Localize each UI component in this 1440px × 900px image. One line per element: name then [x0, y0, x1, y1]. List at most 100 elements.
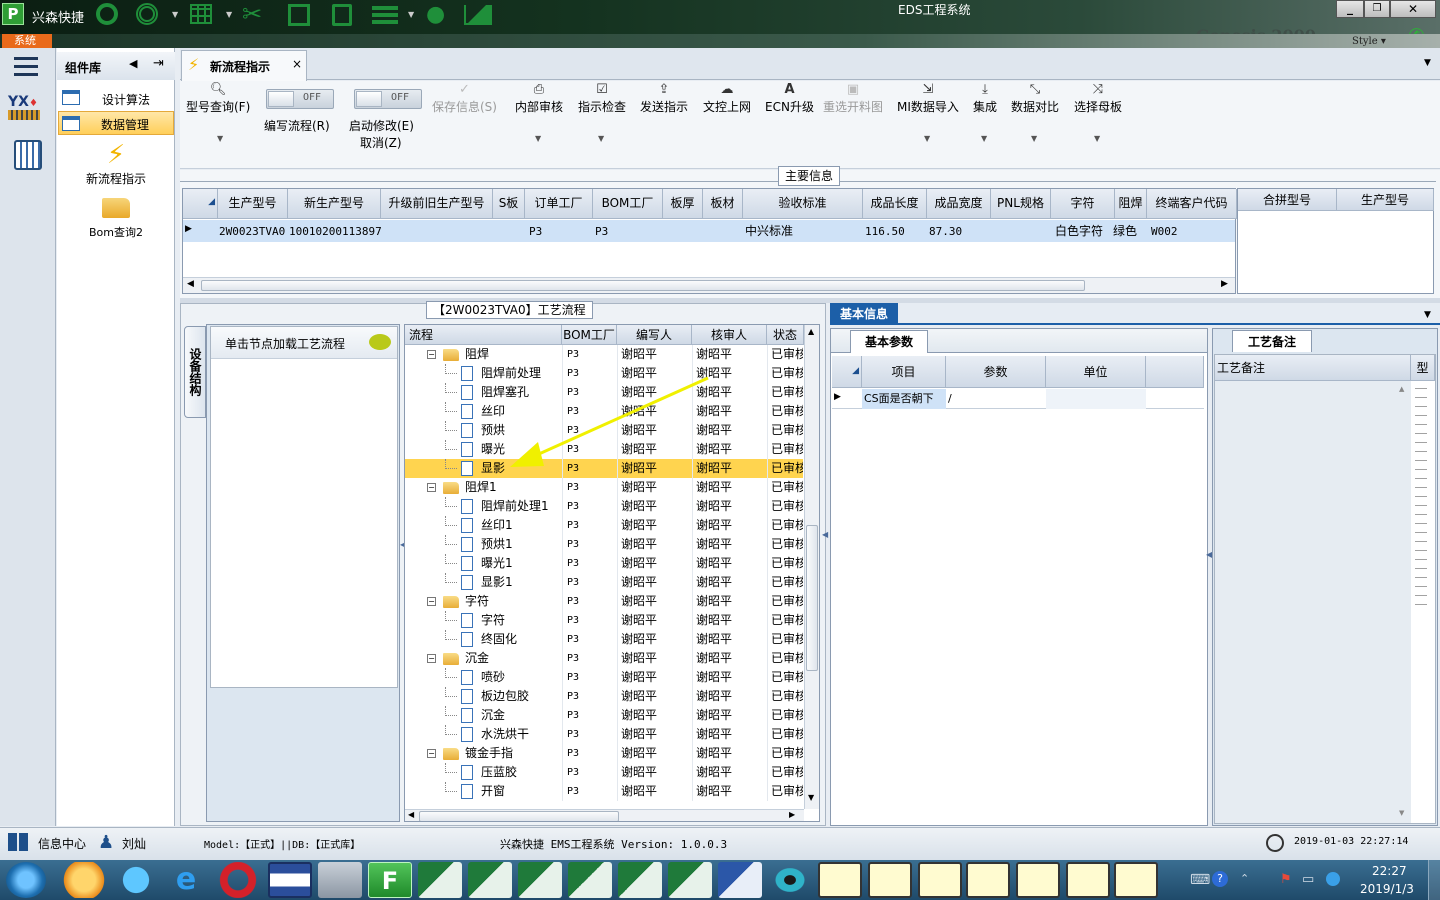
col-header[interactable]: PNL规格	[991, 189, 1051, 219]
film-icon[interactable]	[288, 4, 310, 26]
tree-group-row[interactable]: − 沉金 P3 谢昭平 谢昭平 已审核	[405, 649, 803, 668]
tree-group-row[interactable]: − 镀金手指 P3 谢昭平 谢昭平 已审核	[405, 744, 803, 763]
tree-node-row[interactable]: 曝光1 P3 谢昭平 谢昭平 已审核	[405, 554, 803, 573]
tool-bom-query[interactable]: Bom查询2	[58, 198, 174, 242]
help-icon[interactable]: ?	[1212, 871, 1228, 887]
scissors-icon[interactable]: ✂	[242, 0, 262, 28]
vertical-scrollbar[interactable]: ▲ ▼	[804, 325, 819, 809]
doc-tab-new-process[interactable]: ⚡ 新流程指示 ×	[181, 50, 307, 81]
scroll-right-icon[interactable]: ▶	[1221, 279, 1228, 289]
taskbar-app-bird[interactable]	[114, 862, 158, 898]
scroll-thumb[interactable]	[419, 811, 619, 821]
system-tab[interactable]: 系统	[2, 34, 52, 48]
taskbar-app-excel-x[interactable]	[1114, 862, 1158, 898]
col-header[interactable]: 生产型号	[1337, 189, 1434, 211]
sidebar-item-data-management[interactable]: 数据管理	[58, 111, 174, 135]
integrate-button[interactable]: ⤓ 集成	[973, 82, 997, 115]
col-header[interactable]: 成品长度	[863, 189, 927, 219]
dropdown-arrow-icon[interactable]: ▼	[172, 10, 178, 19]
send-instruction-button[interactable]: ⇪ 发送指示	[640, 82, 688, 115]
dropdown-arrow-icon[interactable]: ▼	[598, 134, 604, 143]
taskbar-app-excel-x[interactable]	[1016, 862, 1060, 898]
col-header[interactable]: 阻焊	[1115, 189, 1147, 219]
expand-collapse-icon[interactable]: −	[427, 749, 436, 758]
tree-node-row[interactable]: 阻焊前处理1 P3 谢昭平 谢昭平 已审核	[405, 497, 803, 516]
table-row[interactable]: ▶ CS面是否朝下 /	[832, 389, 1204, 409]
tree-node-row[interactable]: 水洗烘干 P3 谢昭平 谢昭平 已审核	[405, 725, 803, 744]
dropdown-arrow-icon[interactable]: ▼	[1031, 134, 1037, 143]
vertical-scrollbar[interactable]: ▲ ▼	[1397, 383, 1411, 821]
expand-collapse-icon[interactable]: −	[427, 597, 436, 606]
col-header[interactable]: 流程	[405, 325, 562, 345]
taskbar-app-excel-x[interactable]	[818, 862, 862, 898]
keyboard-icon[interactable]: ⌨	[1190, 872, 1210, 888]
taskbar-app-excel-x[interactable]	[1066, 862, 1110, 898]
taskbar-app-scanner[interactable]	[318, 862, 362, 898]
lifebuoy-icon[interactable]	[136, 3, 158, 25]
windows-grid-icon[interactable]	[8, 833, 28, 851]
tool-new-process[interactable]: ⚡ 新流程指示	[58, 140, 174, 190]
col-header[interactable]: 单位	[1046, 356, 1146, 388]
basic-info-menu-chevron-icon[interactable]: ▼	[1424, 310, 1431, 320]
taskbar-app-excel-x[interactable]	[868, 862, 912, 898]
scroll-down-icon[interactable]: ▼	[1399, 809, 1404, 817]
taskbar-app-excel[interactable]	[668, 862, 712, 898]
dropdown-arrow-icon[interactable]: ▼	[226, 10, 232, 19]
dropdown-arrow-icon[interactable]: ▼	[535, 134, 541, 143]
style-menu[interactable]: Style ▾	[1352, 36, 1386, 47]
dropdown-arrow-icon[interactable]: ▼	[1094, 134, 1100, 143]
table-row[interactable]: ▶ 2W0023TVA0 10010200113897 P3 P3 中兴标准 1…	[183, 220, 1235, 242]
scroll-left-icon[interactable]: ◀	[187, 279, 194, 289]
col-header[interactable]: 合拼型号	[1238, 189, 1337, 211]
taskbar-app-save[interactable]	[268, 862, 312, 898]
select-motherboard-button[interactable]: ⤨ 选择母板	[1074, 82, 1122, 115]
taskbar-app-eye[interactable]	[768, 862, 812, 898]
dropdown-arrow-icon[interactable]: ▼	[981, 134, 987, 143]
dropdown-arrow-icon[interactable]: ▼	[217, 134, 223, 143]
device-structure-tab[interactable]: 设备结构	[184, 326, 206, 418]
scroll-thumb[interactable]	[806, 525, 818, 671]
taskbar-app-ie[interactable]: e	[164, 862, 208, 898]
col-header[interactable]: BOM工厂	[593, 189, 663, 219]
restore-button[interactable]: ❐	[1364, 0, 1390, 18]
process-notes-tab[interactable]: 工艺备注	[1232, 330, 1312, 352]
tree-node-row[interactable]: 沉金 P3 谢昭平 谢昭平 已审核	[405, 706, 803, 725]
col-header[interactable]: BOM工厂	[562, 325, 617, 345]
tree-node-row[interactable]: 开窗 P3 谢昭平 谢昭平 已审核	[405, 782, 803, 801]
taskbar-app-excel[interactable]	[418, 862, 462, 898]
tree-node-row[interactable]: 显影1 P3 谢昭平 谢昭平 已审核	[405, 573, 803, 592]
col-header[interactable]: 状态	[767, 325, 804, 345]
col-header[interactable]: 生产型号	[218, 189, 288, 219]
col-header[interactable]: 参数	[946, 356, 1046, 388]
taskbar-time[interactable]: 22:27	[1372, 864, 1407, 878]
col-header[interactable]: 型	[1411, 355, 1435, 381]
tree-node-row[interactable]: 字符 P3 谢昭平 谢昭平 已审核	[405, 611, 803, 630]
tab-menu-chevron-icon[interactable]: ▼	[1424, 58, 1431, 68]
scroll-up-icon[interactable]: ▲	[1399, 385, 1404, 393]
expand-collapse-icon[interactable]: −	[427, 350, 436, 359]
tree-node-row[interactable]: 终固化 P3 谢昭平 谢昭平 已审核	[405, 630, 803, 649]
sidebar-item-design-algorithm[interactable]: 设计算法	[58, 86, 174, 110]
basic-info-tab[interactable]: 基本信息	[830, 303, 898, 325]
expand-collapse-icon[interactable]: −	[427, 654, 436, 663]
col-header[interactable]: 成品宽度	[927, 189, 991, 219]
scroll-up-icon[interactable]: ▲	[808, 327, 814, 336]
param-unit-cell[interactable]	[1046, 389, 1146, 409]
taskbar-app-eds[interactable]: F	[368, 862, 412, 898]
horizontal-scrollbar[interactable]: ◀ ▶	[405, 809, 804, 821]
taskbar-app-word[interactable]	[718, 862, 762, 898]
collapse-left-icon[interactable]: ◀	[129, 57, 137, 70]
search-icon[interactable]	[96, 3, 118, 25]
expand-collapse-icon[interactable]: −	[427, 483, 436, 492]
tree-node-row[interactable]: 压蓝胶 P3 谢昭平 谢昭平 已审核	[405, 763, 803, 782]
tree-node-row[interactable]: 预烘1 P3 谢昭平 谢昭平 已审核	[405, 535, 803, 554]
info-center-link[interactable]: 信息中心	[38, 835, 86, 852]
basic-params-tab[interactable]: 基本参数	[850, 330, 928, 353]
col-header[interactable]: 板材	[703, 189, 743, 219]
scroll-left-icon[interactable]: ◀	[408, 810, 414, 819]
data-compare-button[interactable]: ⤡ 数据对比	[1011, 82, 1059, 115]
minimize-button[interactable]: _	[1336, 0, 1364, 18]
close-button[interactable]: ✕	[1390, 0, 1436, 18]
tray-arrow-icon[interactable]: ⌃	[1240, 872, 1249, 885]
reselect-cutting-diagram-button[interactable]: ▣ 重选开料图	[823, 82, 883, 115]
